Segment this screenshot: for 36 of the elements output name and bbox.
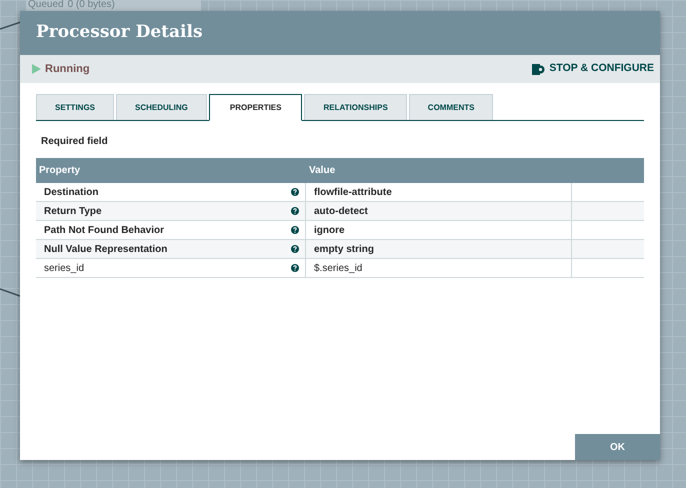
- queued-value: 0 (0 bytes): [68, 0, 115, 10]
- property-value: auto-detect: [314, 204, 368, 218]
- run-status: Running: [45, 62, 90, 77]
- window-title: Processor Details: [36, 21, 203, 44]
- table-row[interactable]: series_id $.series_id: [36, 259, 644, 278]
- property-name: Path Not Found Behavior: [44, 224, 164, 238]
- property-name: series_id: [44, 262, 84, 276]
- column-header: Value: [308, 164, 336, 178]
- table-row[interactable]: Path Not Found Behavior ignore: [36, 221, 644, 240]
- help-icon[interactable]: [291, 188, 299, 196]
- property-name: Destination: [44, 186, 98, 200]
- help-icon[interactable]: [291, 226, 299, 234]
- table-row[interactable]: Return Type auto-detect: [36, 202, 644, 221]
- queued-label: Queued: [28, 0, 64, 10]
- property-value: ignore: [314, 224, 345, 238]
- help-icon[interactable]: [291, 207, 299, 215]
- table-row[interactable]: Destination flowfile-attribute: [36, 183, 644, 202]
- property-name: Null Value Representation: [44, 242, 168, 256]
- property-value: $.series_id: [314, 262, 362, 276]
- property-value: empty string: [314, 242, 374, 256]
- tab[interactable]: SCHEDULING: [116, 94, 207, 120]
- tab[interactable]: PROPERTIES: [208, 94, 302, 121]
- stop-gear-icon: [532, 64, 546, 74]
- tab[interactable]: RELATIONSHIPS: [304, 94, 407, 120]
- help-icon[interactable]: [291, 245, 299, 253]
- play-icon: [32, 64, 41, 74]
- property-name: Return Type: [44, 204, 102, 218]
- tab[interactable]: COMMENTS: [408, 94, 494, 120]
- table-row[interactable]: Null Value Representation empty string: [36, 240, 644, 259]
- stop-configure-button[interactable]: STOP & CONFIGURE: [532, 61, 654, 77]
- property-value: flowfile-attribute: [314, 186, 392, 200]
- connection-line: [0, 288, 20, 298]
- tab[interactable]: SETTINGS: [36, 94, 114, 120]
- help-icon[interactable]: [291, 264, 299, 272]
- column-header: Property: [38, 164, 82, 178]
- required-field-note: Required field: [41, 135, 109, 149]
